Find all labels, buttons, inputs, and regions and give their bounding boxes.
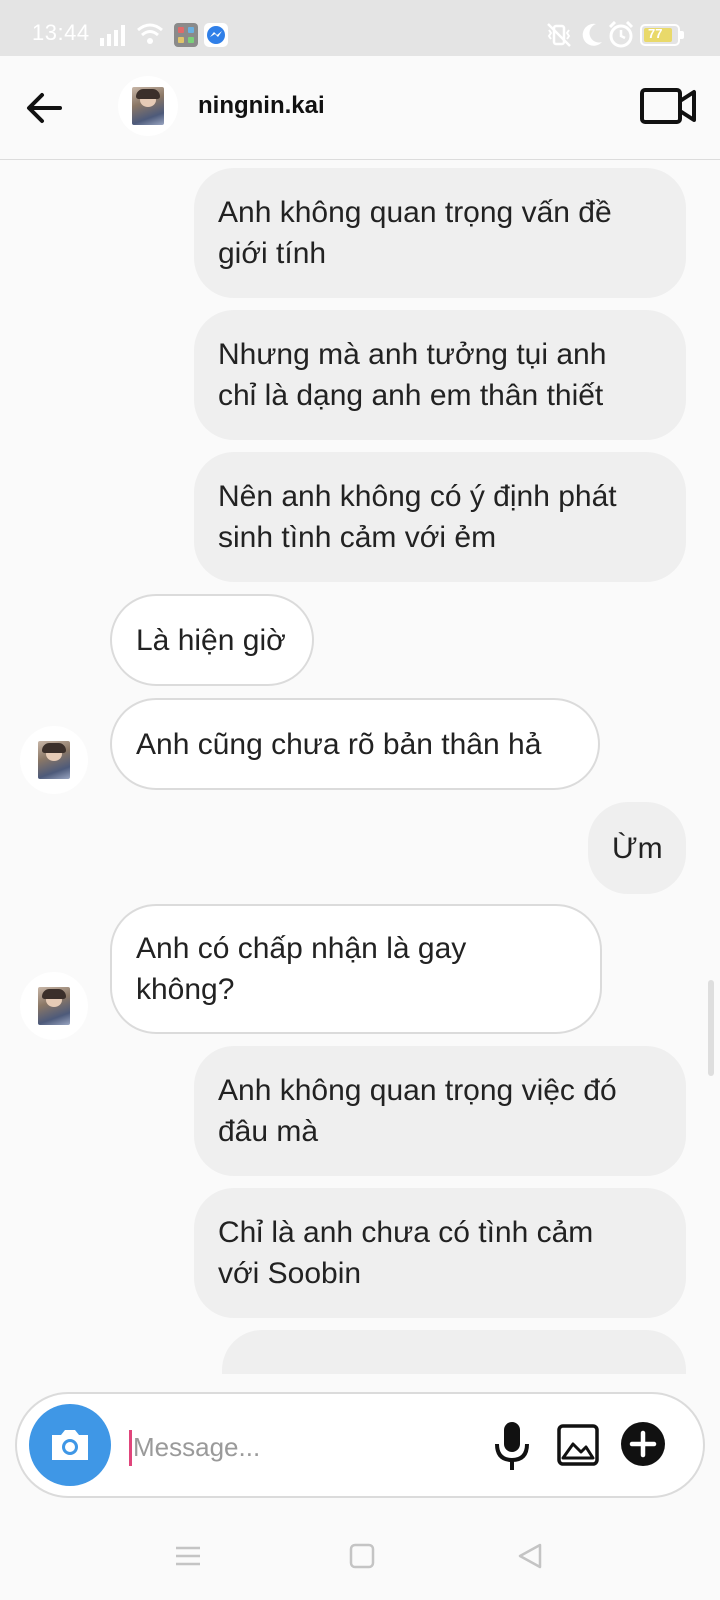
message-bubble-outgoing[interactable]: Anh không quan trọng việc đó đâu mà xyxy=(194,1046,686,1176)
plus-button[interactable] xyxy=(621,1422,665,1466)
menu-icon[interactable] xyxy=(174,1542,202,1570)
message-bubble-incoming[interactable]: Anh cũng chưa rõ bản thân hả xyxy=(110,698,600,790)
signal-icon xyxy=(100,25,125,46)
plus-icon xyxy=(629,1430,657,1458)
message-bubble-incoming[interactable]: Là hiện giờ xyxy=(110,594,314,686)
text-cursor xyxy=(129,1430,132,1466)
message-bubble-outgoing[interactable]: Nên anh không có ý định phát sinh tình cả… xyxy=(194,452,686,582)
alarm-icon xyxy=(608,21,634,48)
moon-icon xyxy=(582,23,602,46)
message-text: giới tính xyxy=(218,237,327,270)
status-time: 13:44 xyxy=(32,20,90,45)
message-list[interactable]: Anh không quan trọng vấn đề giới tính Như… xyxy=(0,160,720,1374)
username[interactable]: ningnin.kai xyxy=(198,92,325,120)
message-text: Là hiện giờ xyxy=(136,623,286,657)
avatar[interactable] xyxy=(118,76,178,136)
home-icon[interactable] xyxy=(348,1542,376,1570)
camera-button[interactable] xyxy=(29,1404,111,1486)
message-text: Anh cũng chưa rõ bản thân hả xyxy=(136,727,542,761)
message-text: Anh không quan trọng việc đó xyxy=(218,1074,617,1107)
message-text: Ừm xyxy=(612,831,663,865)
message-text: sinh tình cảm với ẻm xyxy=(218,521,497,554)
chat-header: ningnin.kai xyxy=(0,56,720,160)
avatar-photo xyxy=(38,987,70,1025)
message-text: Anh có chấp nhận là gay xyxy=(136,932,467,965)
wifi-icon xyxy=(137,23,163,44)
message-text: đâu mà xyxy=(218,1115,319,1148)
sender-avatar[interactable] xyxy=(20,726,88,794)
message-text: Anh không quan trọng vấn đề xyxy=(218,196,612,229)
scrollbar[interactable] xyxy=(708,980,714,1076)
avatar-photo xyxy=(132,87,164,125)
message-bubble-incoming[interactable]: Anh có chấp nhận là gay không? xyxy=(110,904,602,1034)
avatar-photo xyxy=(38,741,70,779)
status-bar: 13:44 77 xyxy=(0,0,720,56)
message-text: Nên anh không có ý định phát xyxy=(218,480,617,513)
message-text: với Soobin xyxy=(218,1257,362,1290)
message-bubble-outgoing-partial[interactable] xyxy=(222,1330,686,1374)
app-notification-icon xyxy=(174,23,198,47)
gallery-icon[interactable] xyxy=(557,1424,599,1466)
message-bubble-outgoing[interactable]: Anh không quan trọng vấn đề giới tính xyxy=(194,168,686,298)
video-call-icon[interactable] xyxy=(640,84,696,128)
back-icon[interactable] xyxy=(516,1542,544,1570)
message-text: chỉ là dạng anh em thân thiết xyxy=(218,379,604,412)
vibrate-icon xyxy=(547,23,571,47)
message-text: không? xyxy=(136,973,235,1006)
messenger-icon xyxy=(204,23,228,47)
battery-icon: 77 xyxy=(640,24,684,46)
message-bubble-outgoing[interactable]: Ừm xyxy=(588,802,686,894)
back-arrow-icon[interactable] xyxy=(22,86,66,130)
message-composer xyxy=(15,1392,705,1498)
microphone-icon[interactable] xyxy=(487,1418,537,1474)
message-input[interactable] xyxy=(133,1424,473,1470)
message-text: Nhưng mà anh tưởng tụi anh xyxy=(218,338,607,371)
battery-level: 77 xyxy=(648,26,663,41)
system-nav-bar xyxy=(0,1520,720,1600)
sender-avatar[interactable] xyxy=(20,972,88,1040)
message-text: Chỉ là anh chưa có tình cảm xyxy=(218,1216,594,1249)
camera-icon xyxy=(52,1430,88,1460)
message-bubble-outgoing[interactable]: Nhưng mà anh tưởng tụi anh chỉ là dạng an… xyxy=(194,310,686,440)
message-bubble-outgoing[interactable]: Chỉ là anh chưa có tình cảm với Soobin xyxy=(194,1188,686,1318)
